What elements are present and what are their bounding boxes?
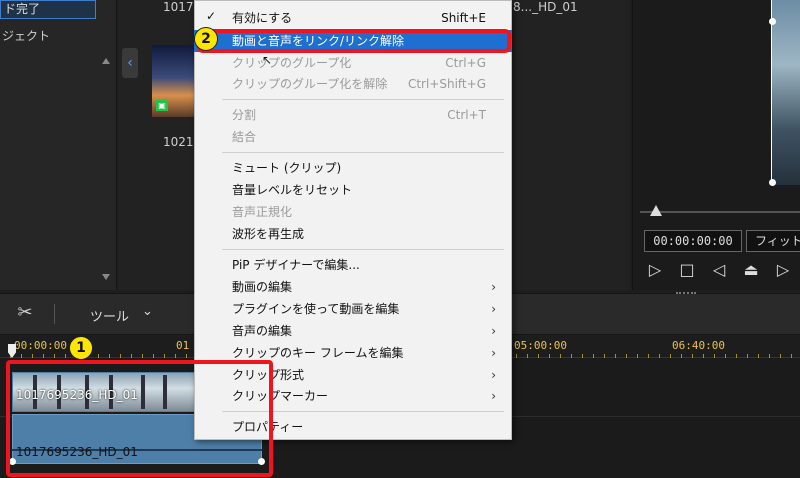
menu-item-label: プラグインを使って動画を編集 — [232, 302, 400, 316]
step-badge-1: 1 — [69, 336, 93, 360]
chevron-left-icon: ‹ — [127, 55, 133, 71]
submenu-chevron-right-icon: › — [491, 346, 496, 360]
scissors-icon[interactable]: ✂ — [14, 302, 36, 324]
sidebar-scrollbar[interactable] — [99, 58, 113, 288]
resize-handle[interactable] — [769, 179, 776, 186]
menu-item-edit-audio[interactable]: 音声の編集 › — [194, 320, 512, 342]
menu-item-group-clips[interactable]: クリップのグループ化 Ctrl+G — [194, 52, 512, 74]
highlight-box-menu-item — [197, 29, 511, 53]
submenu-chevron-right-icon: › — [491, 280, 496, 294]
menu-item-label: PiP デザイナーで編集... — [232, 258, 360, 272]
submenu-chevron-right-icon: › — [491, 368, 496, 382]
menu-item-label: 分割 — [232, 108, 257, 122]
menu-item-shortcut: Ctrl+T — [447, 108, 486, 122]
menu-item-label: 有効にする — [232, 11, 293, 25]
menu-item-label: 音量レベルをリセット — [232, 183, 353, 197]
menu-item-label: クリップのグループ化 — [232, 56, 352, 70]
menu-item-label: 結合 — [232, 130, 257, 144]
step-badge-2: 2 — [194, 27, 218, 51]
menu-separator — [222, 99, 504, 100]
media-thumbnail-label: 1021 — [163, 135, 194, 149]
snapshot-icon[interactable]: ⏏ — [740, 260, 762, 280]
ruler-tick-label: 00:00:00 — [14, 339, 67, 352]
submenu-chevron-right-icon: › — [491, 324, 496, 338]
menu-item-shortcut: Shift+E — [441, 11, 486, 25]
ruler-tick-label: 05:00:00 — [514, 339, 567, 352]
menu-item-reset-volume[interactable]: 音量レベルをリセット — [194, 179, 512, 201]
submenu-chevron-right-icon: › — [491, 302, 496, 316]
menu-item-shortcut: Ctrl+G — [445, 56, 486, 70]
menu-item-split[interactable]: 分割 Ctrl+T — [194, 104, 512, 126]
seek-bar-knob[interactable] — [650, 205, 662, 216]
chevron-down-icon[interactable]: ⌄ — [142, 304, 153, 319]
menu-item-label: 音声正規化 — [232, 205, 293, 219]
ruler-tick-label: 01 — [176, 339, 190, 352]
folder-item-project[interactable]: ジェクト — [0, 28, 110, 44]
seek-bar[interactable] — [640, 211, 800, 213]
menu-item-label: 動画の編集 — [232, 280, 293, 294]
menu-item-merge[interactable]: 結合 — [194, 126, 512, 148]
menu-item-edit-video-plugin[interactable]: プラグインを使って動画を編集 › — [194, 298, 512, 320]
menu-item-ungroup-clips[interactable]: クリップのグループ化を解除 Ctrl+Shift+G — [194, 73, 512, 95]
preview-video-frame[interactable] — [771, 0, 800, 185]
menu-item-label: 音声の編集 — [232, 324, 293, 338]
mouse-cursor-icon: ↖ — [262, 53, 273, 67]
timecode-display[interactable]: 00:00:00:00 — [644, 230, 742, 252]
menu-item-label: クリップのグループ化を解除 — [232, 77, 388, 91]
menu-item-label: ミュート (クリップ) — [232, 161, 342, 175]
menu-item-regenerate-waveform[interactable]: 波形を再生成 — [194, 223, 512, 245]
menu-item-mute-clip[interactable]: ミュート (クリップ) — [194, 157, 512, 179]
play-icon[interactable]: ▷ — [644, 260, 666, 280]
panel-resize-grip[interactable] — [676, 292, 696, 295]
scroll-down-arrow-icon[interactable] — [102, 274, 110, 280]
scroll-up-arrow-icon[interactable] — [102, 58, 110, 64]
previous-frame-icon[interactable]: ◁ — [708, 260, 730, 280]
menu-item-normalize-audio[interactable]: 音声正規化 — [194, 201, 512, 223]
ruler-tick-label: 06:40:00 — [672, 339, 725, 352]
resize-handle[interactable] — [769, 18, 776, 25]
collapse-panel-button[interactable]: ‹ — [122, 48, 138, 78]
linked-media-badge-icon: ▣ — [156, 100, 168, 111]
folder-item-upload-complete[interactable]: ド完了 — [0, 0, 96, 19]
zoom-fit-select[interactable]: フィット — [746, 230, 800, 252]
stop-icon[interactable]: □ — [676, 260, 698, 280]
toolbar-divider — [54, 304, 55, 324]
next-frame-icon[interactable]: ▷ — [772, 260, 794, 280]
menu-item-edit-video[interactable]: 動画の編集 › — [194, 276, 512, 298]
media-thumbnail-label: 1017 — [163, 0, 194, 14]
menu-item-shortcut: Ctrl+Shift+G — [407, 77, 486, 91]
media-thumbnail-label: 8..._HD_01 — [513, 0, 578, 14]
highlight-box-clip — [6, 360, 273, 477]
menu-item-enable[interactable]: 有効にする Shift+E — [194, 7, 512, 29]
menu-item-pip-designer[interactable]: PiP デザイナーで編集... — [194, 254, 512, 276]
menu-item-label: 波形を再生成 — [232, 227, 305, 241]
menu-separator — [222, 152, 504, 153]
menu-separator — [222, 249, 504, 250]
tools-menu-button[interactable]: ツール — [90, 306, 129, 325]
submenu-chevron-right-icon: › — [491, 389, 496, 403]
